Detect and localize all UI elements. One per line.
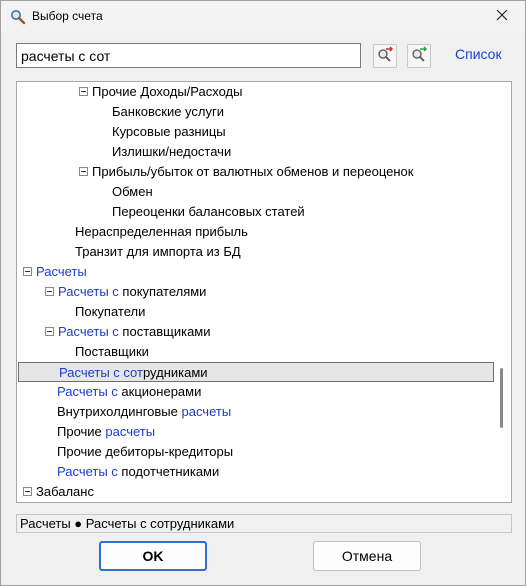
tree-row[interactable]: Курсовые разницы: [17, 122, 495, 142]
tree-row-label: Курсовые разницы: [112, 124, 226, 139]
tree-row-label: Обмен: [112, 184, 153, 199]
tree-row[interactable]: Нераспределенная прибыль: [17, 222, 495, 242]
tree-row-label: Поставщики: [75, 344, 149, 359]
tree-row[interactable]: Поставщики: [17, 342, 495, 362]
tree-row-label: расчеты: [181, 404, 232, 419]
tree-row-label: Излишки/недостачи: [112, 144, 232, 159]
tree-row-label: Внутрихолдинговые: [57, 404, 182, 419]
filter-clear-button[interactable]: [373, 44, 397, 68]
tree-row[interactable]: Транзит для импорта из БД: [17, 242, 495, 262]
tree-row-label: Расчеты с сот: [59, 365, 143, 380]
collapse-toggle-icon[interactable]: [23, 267, 32, 277]
tree-row[interactable]: Прочие расчеты: [17, 422, 495, 442]
tree-row-label: подотчетниками: [117, 464, 220, 479]
tree-row-label: Расчеты: [36, 264, 87, 279]
selected-path: Расчеты ● Расчеты с сотрудниками: [16, 514, 512, 533]
tree-row[interactable]: Внутрихолдинговые расчеты: [17, 402, 495, 422]
scrollbar-thumb[interactable]: [500, 368, 503, 428]
tree-row-label: Банковские услуги: [112, 104, 224, 119]
tree-row-label: Нераспределенная прибыль: [75, 224, 248, 239]
tree-scrollbar[interactable]: [494, 83, 510, 501]
tree-row[interactable]: Расчеты с покупателями: [17, 282, 495, 302]
filter-clear-icon: [376, 45, 394, 67]
tree-row-label: Прочие дебиторы-кредиторы: [57, 444, 234, 459]
tree-row[interactable]: Расчеты: [17, 262, 495, 282]
search-icon: [10, 9, 26, 25]
tree-row-selected[interactable]: Расчеты с сотрудниками: [18, 362, 494, 382]
tree-row[interactable]: Расчеты с акционерами: [17, 382, 495, 402]
tree-row-label: Забаланс: [36, 484, 94, 499]
tree-row[interactable]: Покупатели: [17, 302, 495, 322]
tree-row-label: Прибыль/убыток от валютных обменов и пер…: [92, 164, 414, 179]
cancel-button[interactable]: Отмена: [313, 541, 421, 571]
tree-row[interactable]: Расчеты с поставщиками: [17, 322, 495, 342]
tree-row-label: поставщиками: [118, 324, 211, 339]
tree-row[interactable]: Обмен: [17, 182, 495, 202]
tree-row-label: Прочие Доходы/Расходы: [92, 84, 243, 99]
window-title: Выбор счета: [32, 9, 103, 23]
close-button[interactable]: [479, 1, 525, 32]
tree-row[interactable]: Прибыль/убыток от валютных обменов и пер…: [17, 162, 495, 182]
dialog-window: Выбор счета расчеты с сот Список Прочие …: [0, 0, 526, 586]
tree-row[interactable]: Излишки/недостачи: [17, 142, 495, 162]
tree-row[interactable]: Прочие дебиторы-кредиторы: [17, 442, 495, 462]
tree-row-label: Покупатели: [75, 304, 146, 319]
tree-row[interactable]: Переоценки балансовых статей: [17, 202, 495, 222]
tree-row-label: Расчеты с: [58, 324, 119, 339]
filter-apply-button[interactable]: [407, 44, 431, 68]
tree-row[interactable]: Банковские услуги: [17, 102, 495, 122]
tree-row[interactable]: Расчеты с подотчетниками: [17, 462, 495, 482]
account-tree: Прочие Доходы/Расходы Банковские услуги Ку…: [16, 81, 512, 503]
tree-row-label: акционерами: [117, 384, 202, 399]
tree-row-label: Транзит для импорта из БД: [75, 244, 241, 259]
ok-button[interactable]: OK: [99, 541, 207, 571]
filter-apply-icon: [410, 45, 428, 67]
collapse-toggle-icon[interactable]: [23, 487, 32, 497]
search-input[interactable]: [16, 43, 361, 68]
tree-row-label: покупателями: [118, 284, 207, 299]
collapse-toggle-icon[interactable]: [45, 327, 54, 337]
tree-row-label: Расчеты с: [57, 464, 118, 479]
tree-row-label: рудниками: [142, 365, 208, 380]
tree-row[interactable]: Прочие Доходы/Расходы: [17, 82, 495, 102]
tree-row[interactable]: Забаланс: [17, 482, 495, 502]
tree-row-label: Прочие: [57, 424, 106, 439]
collapse-toggle-icon[interactable]: [79, 167, 88, 177]
tree-row-label: расчеты: [105, 424, 156, 439]
close-icon: [496, 9, 508, 24]
collapse-toggle-icon[interactable]: [79, 87, 88, 97]
tree-row-label: Переоценки балансовых статей: [112, 204, 305, 219]
title-bar: Выбор счета: [1, 1, 525, 32]
tree-row-label: Расчеты с: [57, 384, 118, 399]
tree-row-label: Расчеты с: [58, 284, 119, 299]
collapse-toggle-icon[interactable]: [45, 287, 54, 297]
list-link[interactable]: Список: [455, 46, 502, 62]
